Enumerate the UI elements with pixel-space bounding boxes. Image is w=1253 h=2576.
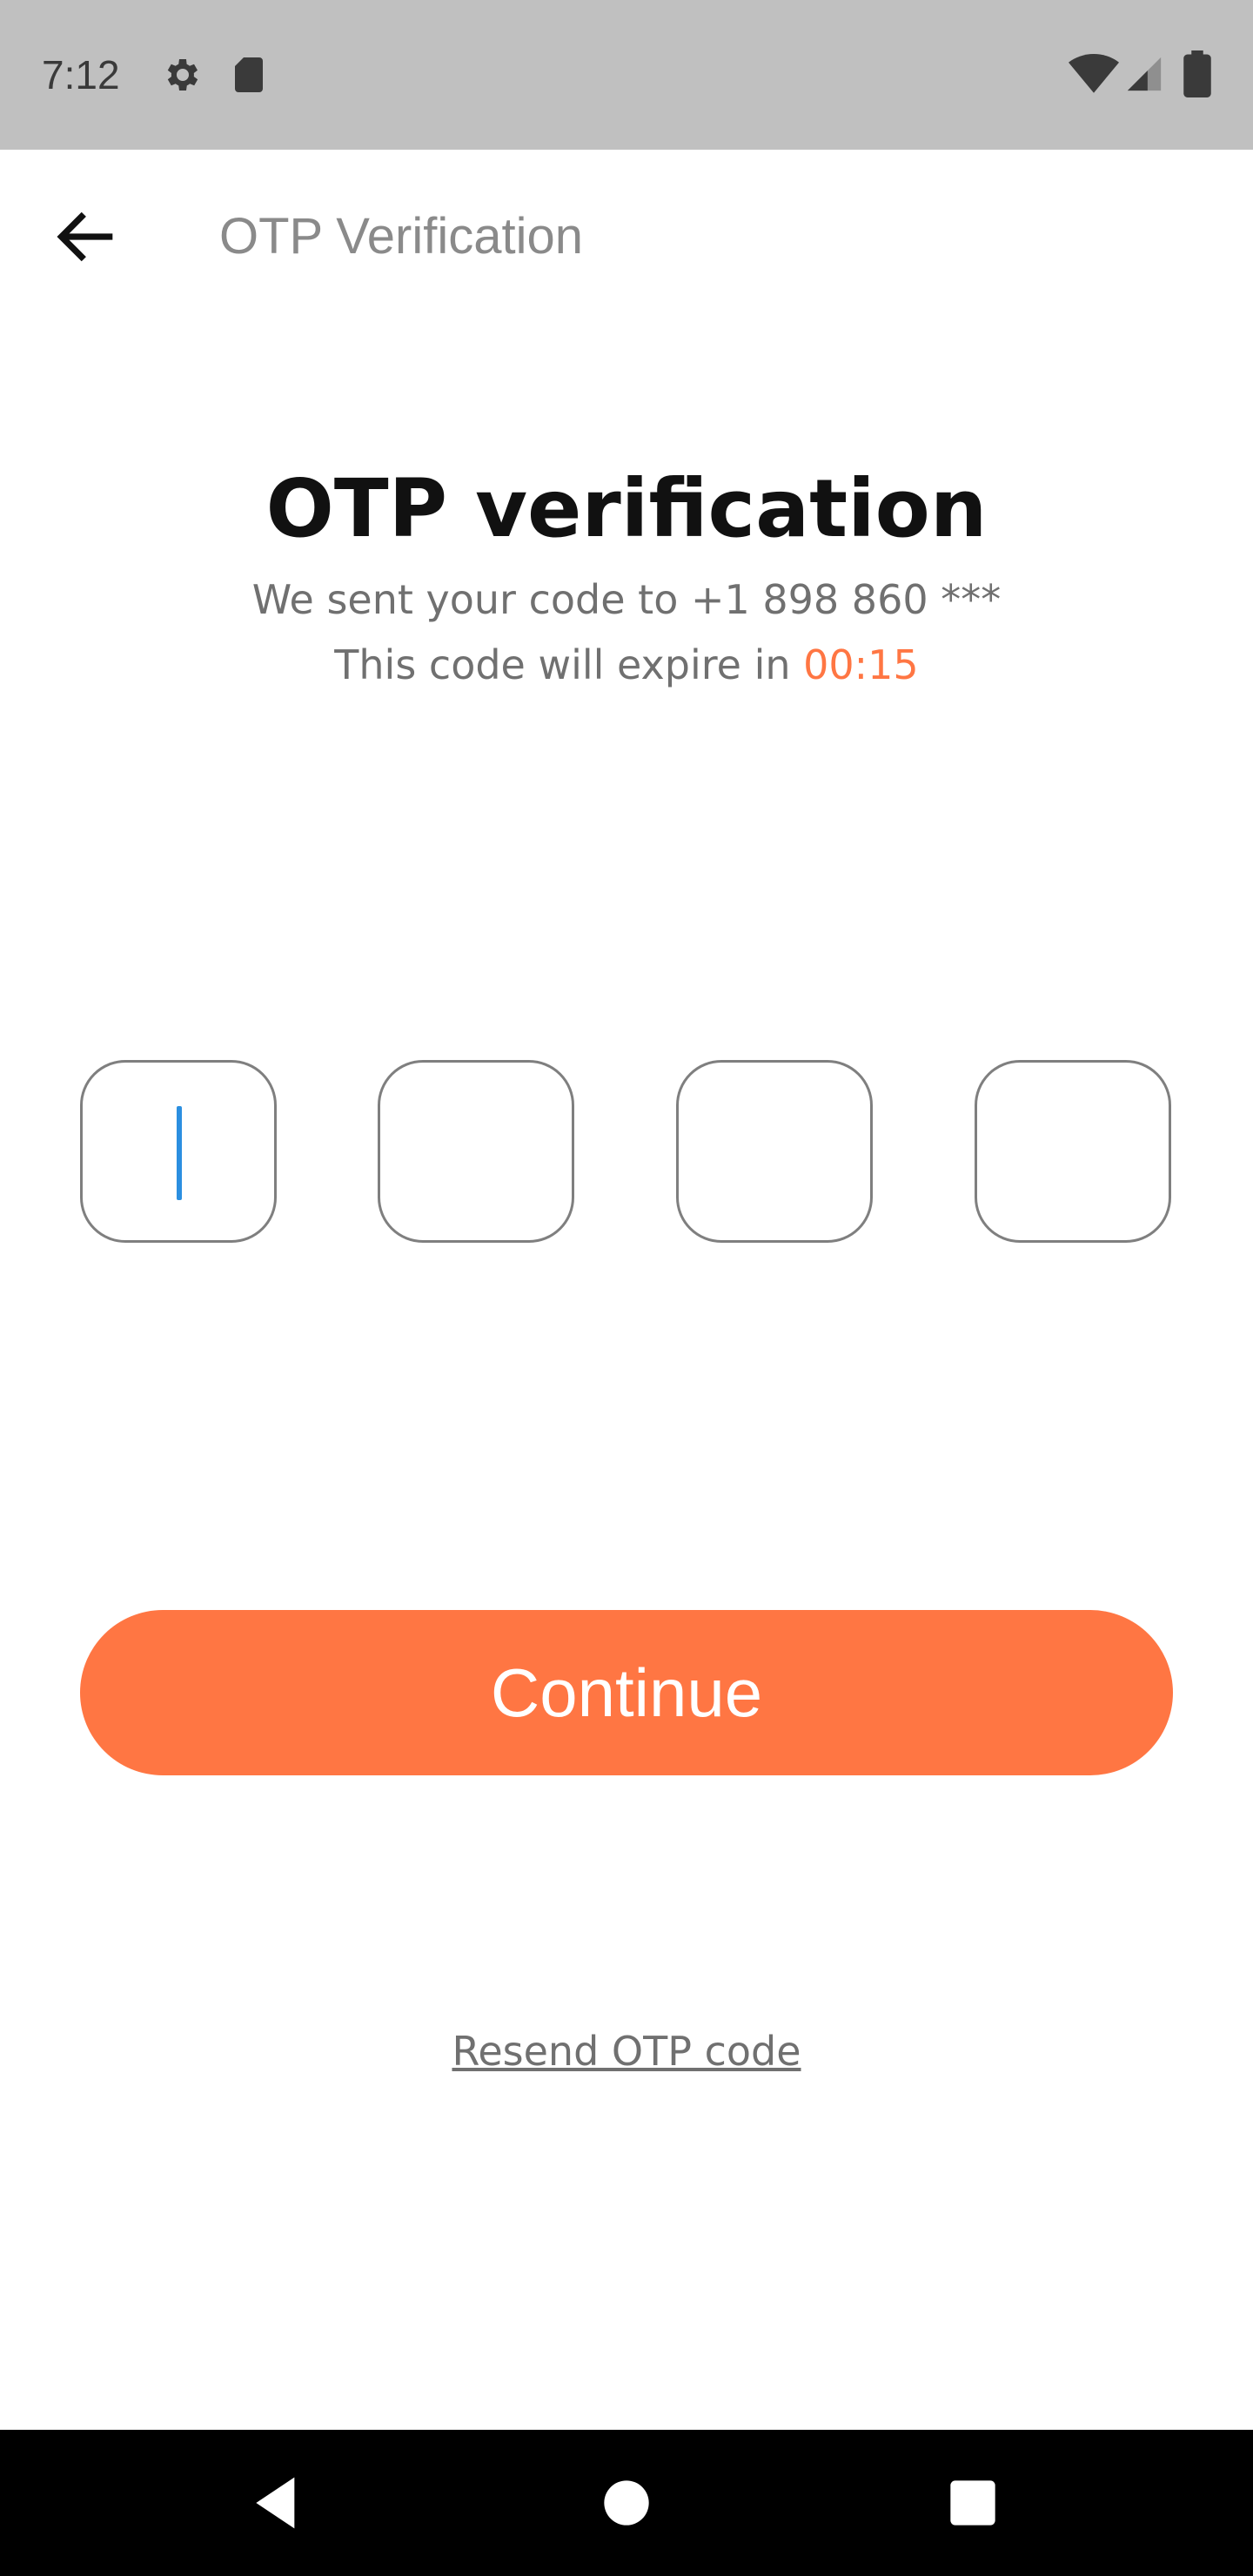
arrow-left-icon (57, 211, 113, 262)
text-caret (177, 1106, 182, 1200)
otp-digit-4-input[interactable] (975, 1060, 1171, 1243)
home-circle-icon (604, 2480, 649, 2526)
nav-home-button[interactable] (588, 2465, 665, 2541)
sd-card-icon (228, 54, 270, 99)
back-button[interactable] (49, 198, 125, 275)
system-nav-bar (0, 2430, 1253, 2576)
recents-square-icon (950, 2480, 995, 2526)
back-triangle-icon (256, 2477, 295, 2529)
resend-row: Resend OTP code (0, 2021, 1253, 2082)
continue-button[interactable]: Continue (80, 1610, 1173, 1775)
status-bar: 7:12 (0, 0, 1253, 150)
resend-otp-link[interactable]: Resend OTP code (452, 2028, 801, 2075)
otp-digit-2-input[interactable] (378, 1060, 574, 1243)
otp-digit-1-input[interactable] (80, 1060, 277, 1243)
nav-recents-button[interactable] (935, 2465, 1011, 2541)
countdown-timer: 00:15 (803, 641, 919, 688)
sent-code-text: We sent your code to +1 898 860 *** (251, 576, 1002, 623)
battery-icon (1183, 50, 1211, 101)
status-time: 7:12 (42, 52, 120, 97)
expire-line: This code will expire in 00:15 (0, 634, 1253, 695)
gear-icon (160, 54, 202, 99)
app-bar-title: OTP Verification (219, 208, 584, 265)
otp-screen: 7:12 OTP Verification OTP verification W… (0, 0, 1253, 2576)
otp-digit-3-input[interactable] (676, 1060, 873, 1243)
cell-signal-icon (1124, 54, 1164, 97)
page-title: OTP verification (265, 462, 988, 555)
expire-text: This code will expire in (334, 641, 791, 688)
wifi-icon (1069, 52, 1119, 99)
app-bar: OTP Verification (0, 150, 1253, 324)
nav-back-button[interactable] (240, 2465, 317, 2541)
